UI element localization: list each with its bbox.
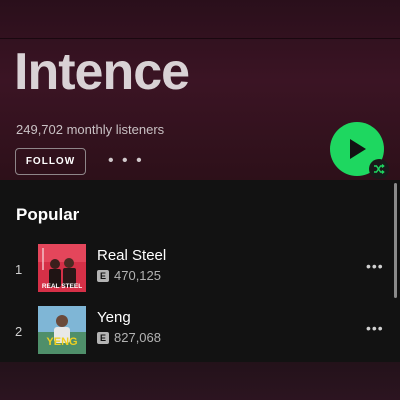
more-options-button[interactable]: • • • bbox=[108, 152, 144, 170]
popular-section-title: Popular bbox=[16, 205, 80, 224]
artist-name: Intence bbox=[14, 43, 190, 101]
track-more-button[interactable]: ••• bbox=[366, 258, 384, 274]
track-title: Yeng bbox=[97, 309, 131, 326]
album-art: YENG bbox=[38, 306, 86, 354]
bottom-bar bbox=[0, 362, 400, 400]
explicit-badge: E bbox=[97, 331, 109, 344]
track-row[interactable]: 1 REAL STEEL Real Steel E 470,125 ••• bbox=[0, 244, 400, 300]
play-count: 470,125 bbox=[114, 268, 161, 283]
track-number: 1 bbox=[15, 262, 23, 277]
explicit-badge: E bbox=[97, 269, 109, 282]
album-art: REAL STEEL bbox=[38, 244, 86, 292]
svg-text:REAL STEEL: REAL STEEL bbox=[42, 283, 82, 290]
play-count: 827,068 bbox=[114, 330, 161, 345]
track-title: Real Steel bbox=[97, 247, 167, 264]
shuffle-icon bbox=[374, 164, 385, 174]
svg-text:YENG: YENG bbox=[46, 336, 77, 348]
track-more-button[interactable]: ••• bbox=[366, 320, 384, 336]
play-icon bbox=[350, 139, 366, 159]
track-meta: E 827,068 bbox=[97, 330, 161, 345]
track-row[interactable]: 2 YENG Yeng E 827,068 ••• bbox=[0, 306, 400, 362]
header-divider bbox=[0, 38, 400, 39]
follow-button[interactable]: FOLLOW bbox=[15, 148, 86, 175]
monthly-listeners: 249,702 monthly listeners bbox=[16, 122, 165, 137]
track-meta: E 470,125 bbox=[97, 268, 161, 283]
shuffle-button[interactable] bbox=[369, 159, 389, 179]
track-number: 2 bbox=[15, 324, 23, 339]
